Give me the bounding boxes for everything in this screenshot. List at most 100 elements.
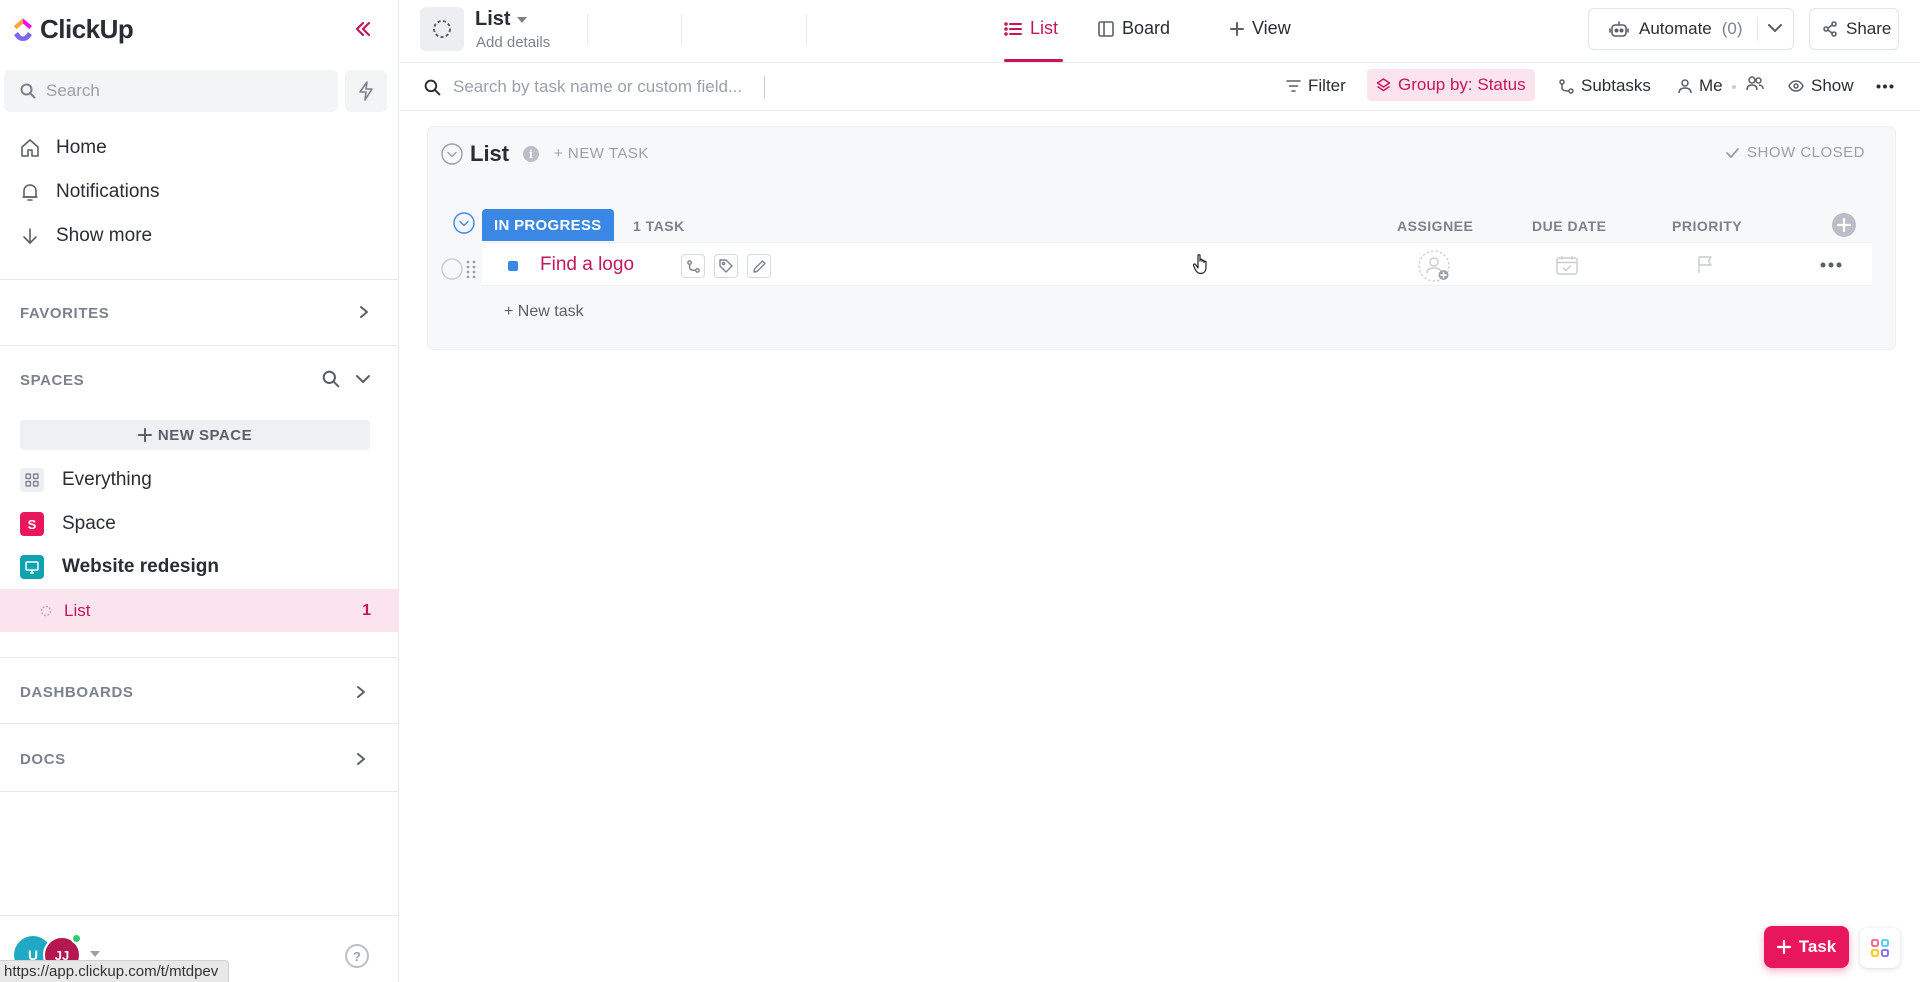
- header-divider: [587, 14, 588, 44]
- plus-icon: [1230, 21, 1244, 36]
- sidebar-item-label: List: [64, 600, 91, 620]
- automate-dropdown[interactable]: [1767, 21, 1783, 35]
- add-details-link[interactable]: Add details: [476, 34, 550, 51]
- user-icon: [1678, 78, 1692, 93]
- header-divider: [806, 14, 807, 44]
- sidebar-item-home[interactable]: Home: [20, 137, 107, 159]
- users-icon: [1746, 76, 1764, 91]
- sidebar-item-label: Everything: [62, 469, 152, 490]
- show-button[interactable]: Show: [1788, 76, 1854, 96]
- create-task-button[interactable]: Task: [1764, 926, 1849, 968]
- table-row[interactable]: Find a logo: [482, 242, 1872, 286]
- list-collapse-button[interactable]: [441, 143, 463, 165]
- apps-button[interactable]: [1860, 928, 1900, 968]
- sidebar-item-website-redesign[interactable]: Website redesign: [20, 555, 219, 579]
- docs-expand-button[interactable]: [351, 749, 371, 769]
- tab-board[interactable]: Board: [1098, 18, 1170, 39]
- spaces-section-title: SPACES: [20, 372, 85, 389]
- favorites-expand-button[interactable]: [354, 302, 374, 322]
- eye-icon: [1788, 80, 1804, 92]
- add-task-button[interactable]: + New task: [504, 303, 584, 321]
- info-icon[interactable]: i: [523, 146, 539, 162]
- help-button[interactable]: ?: [345, 944, 369, 968]
- me-filter-button[interactable]: Me: [1678, 76, 1723, 96]
- chevron-circle-down-icon: [453, 212, 475, 234]
- task-more-button[interactable]: [1820, 262, 1842, 268]
- text-cursor: [764, 76, 766, 98]
- column-header-priority[interactable]: PRIORITY: [1672, 218, 1742, 234]
- search-icon: [424, 79, 441, 95]
- add-tag-button[interactable]: [714, 254, 738, 278]
- filter-button[interactable]: Filter: [1286, 76, 1346, 96]
- group-by-button[interactable]: Group by: Status: [1367, 69, 1535, 101]
- tab-list[interactable]: List: [1004, 18, 1058, 39]
- due-date-picker[interactable]: [1556, 255, 1578, 275]
- task-name[interactable]: Find a logo: [540, 254, 634, 276]
- clickup-logo[interactable]: ClickUp: [12, 14, 134, 45]
- rename-task-button[interactable]: [747, 254, 771, 278]
- dashboards-expand-button[interactable]: [351, 682, 371, 702]
- sidebar-item-everything[interactable]: Everything: [20, 468, 152, 492]
- tag-icon: [719, 259, 733, 273]
- sidebar-search[interactable]: Search: [4, 70, 338, 112]
- sidebar-item-list[interactable]: List 1: [0, 589, 399, 632]
- more-options-button[interactable]: [1876, 84, 1894, 89]
- subtasks-icon: [686, 259, 700, 273]
- spaces-search-button[interactable]: [322, 370, 340, 388]
- add-view-button[interactable]: View: [1230, 18, 1291, 39]
- favorites-section-title[interactable]: FAVORITES: [20, 305, 109, 322]
- quick-actions-button[interactable]: [345, 70, 387, 112]
- priority-picker[interactable]: [1697, 255, 1713, 274]
- board-view-icon: [1098, 20, 1114, 37]
- double-chevron-left-icon: [355, 21, 371, 37]
- assignees-filter-button[interactable]: [1746, 76, 1764, 91]
- task-select-checkbox[interactable]: [441, 258, 463, 280]
- search-icon: [322, 370, 340, 388]
- grid-icon: [20, 468, 44, 492]
- new-task-header-button[interactable]: + NEW TASK: [554, 145, 649, 162]
- collapse-sidebar-button[interactable]: [350, 16, 376, 42]
- docs-section-title[interactable]: DOCS: [20, 751, 66, 768]
- task-status-indicator[interactable]: [508, 261, 518, 271]
- me-label: Me: [1699, 76, 1723, 95]
- group-by-label: Group by: Status: [1398, 75, 1526, 94]
- share-button[interactable]: Share: [1809, 8, 1899, 50]
- chevron-down-icon: [1768, 24, 1782, 32]
- show-closed-button[interactable]: SHOW CLOSED: [1726, 144, 1865, 161]
- apps-grid-icon: [1871, 939, 1889, 957]
- task-search-input[interactable]: Search by task name or custom field...: [424, 76, 766, 98]
- chevron-right-icon: [357, 753, 365, 765]
- dashboards-section-title[interactable]: DASHBOARDS: [20, 684, 134, 701]
- drag-handle[interactable]: [466, 260, 476, 278]
- column-header-due-date[interactable]: DUE DATE: [1532, 218, 1607, 234]
- circle-checkbox-icon: [441, 258, 463, 280]
- group-collapse-button[interactable]: [453, 212, 475, 234]
- user-menu-caret[interactable]: [90, 951, 100, 957]
- more-horizontal-icon: [1820, 262, 1842, 268]
- sidebar-item-space[interactable]: S Space: [20, 512, 116, 536]
- show-closed-label: SHOW CLOSED: [1747, 144, 1866, 161]
- list-icon-button[interactable]: [420, 7, 464, 51]
- sidebar-item-show-more[interactable]: Show more: [20, 225, 152, 247]
- new-space-button[interactable]: NEW SPACE: [20, 420, 370, 450]
- assignee-picker[interactable]: [1418, 250, 1452, 284]
- page-title-button[interactable]: List: [475, 8, 527, 31]
- header-divider: [681, 14, 682, 44]
- sidebar: ClickUp Search Home Notifications Show m…: [0, 0, 399, 982]
- sidebar-item-label: Website redesign: [62, 556, 219, 577]
- add-user-icon: [1418, 250, 1450, 282]
- toolbar-dot-separator: [1732, 85, 1736, 89]
- chevron-down-icon: [356, 375, 370, 383]
- chevron-right-icon: [357, 686, 365, 698]
- sidebar-search-placeholder: Search: [46, 81, 100, 100]
- sidebar-item-notifications[interactable]: Notifications: [20, 181, 160, 203]
- automate-button[interactable]: Automate (0): [1588, 8, 1794, 50]
- subtasks-button[interactable]: Subtasks: [1559, 76, 1651, 96]
- column-header-assignee[interactable]: ASSIGNEE: [1397, 218, 1473, 234]
- spaces-collapse-button[interactable]: [355, 372, 371, 386]
- status-group-badge[interactable]: IN PROGRESS: [482, 209, 614, 241]
- drag-handle-icon: [466, 260, 476, 278]
- sidebar-item-label: Home: [56, 137, 107, 158]
- add-subtask-button[interactable]: [681, 254, 705, 278]
- add-column-button[interactable]: [1832, 213, 1856, 237]
